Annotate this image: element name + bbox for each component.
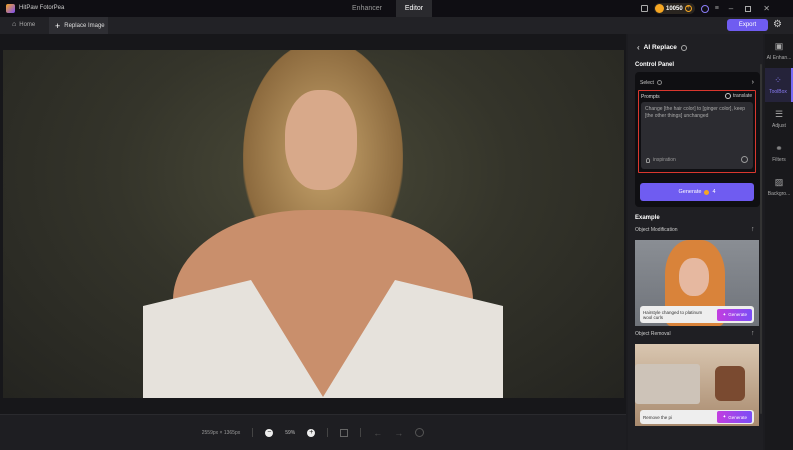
- app-title: HitPaw FotorPea: [19, 5, 65, 11]
- example-title: Object Removal: [635, 331, 671, 337]
- sofa-shape: [635, 364, 700, 404]
- rail-label: Backgro...: [767, 191, 791, 197]
- bottom-toolbar: 2559px × 1365px − 59% + ← →: [0, 414, 626, 450]
- zoom-out-button[interactable]: −: [265, 428, 274, 437]
- tab-editor[interactable]: Editor: [396, 0, 432, 17]
- undo-icon[interactable]: ←: [373, 428, 382, 438]
- coin-icon: [655, 4, 664, 13]
- inspiration-label: inspiration: [653, 157, 676, 163]
- rail-toolbox[interactable]: ⁘ ToolBox: [765, 68, 793, 102]
- ai-replace-panel: ‹ AI Replace Control Panel Select › Prom…: [628, 34, 763, 450]
- example-caption: Hairstyle changed to platinum wool curls: [643, 309, 703, 320]
- translate-icon: [725, 93, 731, 99]
- credits-count: 10050: [666, 5, 683, 12]
- tab-enhancer[interactable]: Enhancer: [338, 5, 396, 12]
- example-generate-label: Generate: [728, 312, 747, 317]
- add-credits-icon[interactable]: +: [684, 5, 692, 12]
- info-icon[interactable]: [656, 80, 662, 85]
- rail-label: AI Enhan...: [766, 55, 792, 61]
- image-dimensions: 2559px × 1365px: [201, 429, 241, 436]
- back-button[interactable]: ‹ AI Replace: [637, 43, 687, 52]
- prompt-text: Change [the hair color] to [ginger color…: [645, 106, 746, 119]
- info-icon[interactable]: [680, 44, 687, 51]
- replace-image-label: Replace Image: [64, 22, 105, 29]
- rail-label: Adjust: [772, 123, 786, 129]
- replace-image-tab[interactable]: + Replace Image: [49, 17, 108, 34]
- example-heading: Example: [635, 215, 660, 221]
- lightbulb-icon: [646, 157, 650, 163]
- rail-filters[interactable]: ⚭ Filters: [765, 136, 793, 170]
- home-tab[interactable]: ⌂ Home: [12, 21, 35, 28]
- control-panel-heading: Control Panel: [635, 62, 675, 68]
- select-row[interactable]: Select ›: [640, 79, 754, 86]
- export-button[interactable]: Export: [727, 19, 768, 31]
- editing-image[interactable]: [3, 50, 624, 398]
- title-bar: HitPaw FotorPea Enhancer Editor 10050 + …: [0, 0, 793, 17]
- chevron-right-icon: ›: [751, 79, 754, 86]
- rail-label: ToolBox: [769, 89, 787, 95]
- settings-icon[interactable]: ⚙: [773, 19, 782, 30]
- rail-adjust[interactable]: ☰ Adjust: [765, 102, 793, 136]
- home-label: Home: [19, 21, 36, 28]
- rail-label: Filters: [772, 157, 786, 163]
- account-icon[interactable]: [700, 4, 709, 13]
- select-label: Select: [640, 79, 654, 86]
- inspiration-button[interactable]: inspiration: [646, 157, 676, 163]
- minimize-icon[interactable]: –: [729, 4, 733, 13]
- chevron-left-icon: ‹: [637, 43, 640, 52]
- adjust-icon: ☰: [774, 109, 784, 119]
- menu-icon[interactable]: ≡: [715, 5, 719, 12]
- compare-icon[interactable]: [340, 428, 349, 437]
- collapse-icon[interactable]: ↑: [751, 226, 755, 233]
- example-caption: Remove the pi: [643, 414, 673, 420]
- prompts-label: Prompts: [641, 94, 660, 100]
- redo-icon[interactable]: →: [394, 428, 403, 438]
- ai-enhance-icon: ▣: [774, 41, 784, 51]
- example-title: Object Modification: [635, 227, 678, 233]
- close-icon[interactable]: ✕: [763, 4, 770, 13]
- example-generate-button[interactable]: ✦ Generate: [717, 411, 752, 423]
- generate-button[interactable]: Generate 4: [640, 183, 754, 201]
- plus-icon: +: [55, 20, 61, 31]
- zoom-level: 59%: [285, 429, 296, 436]
- reset-icon[interactable]: [415, 428, 425, 437]
- generate-cost: 4: [712, 189, 716, 195]
- generate-label: Generate: [678, 189, 702, 195]
- rail-background[interactable]: ▨ Backgro...: [765, 170, 793, 204]
- zoom-in-button[interactable]: +: [307, 428, 316, 437]
- panel-title: AI Replace: [643, 44, 677, 51]
- example-image-removal[interactable]: Remove the pi ✦ Generate: [635, 344, 759, 426]
- translate-toggle[interactable]: translate: [725, 93, 752, 99]
- tool-rail: ▣ AI Enhan... ⁘ ToolBox ☰ Adjust ⚭ Filters ▨…: [765, 34, 793, 450]
- sparkle-icon: ✦: [722, 414, 727, 419]
- example-generate-label: Generate: [728, 414, 747, 420]
- feedback-icon[interactable]: [641, 5, 648, 12]
- toolbox-icon: ⁘: [774, 75, 782, 85]
- panel-scrollbar[interactable]: [760, 64, 762, 414]
- send-icon[interactable]: [741, 156, 748, 163]
- app-logo-icon: [6, 4, 15, 13]
- example-image-modification[interactable]: Hairstyle changed to platinum wool curls…: [635, 240, 759, 326]
- translate-label: translate: [733, 93, 753, 99]
- chair-shape: [715, 366, 745, 401]
- background-icon: ▨: [774, 177, 784, 187]
- filters-icon: ⚭: [775, 143, 783, 153]
- coin-icon: [704, 189, 710, 195]
- home-icon: ⌂: [12, 21, 17, 28]
- restore-icon[interactable]: [745, 5, 752, 12]
- rail-ai-enhance[interactable]: ▣ AI Enhan...: [765, 34, 793, 68]
- document-tab-bar: ⌂ Home + Replace Image Export ⚙: [0, 17, 793, 34]
- credits-badge[interactable]: 10050 +: [654, 3, 695, 14]
- export-label: Export: [738, 22, 757, 28]
- example-generate-button[interactable]: ✦ Generate: [717, 308, 752, 321]
- collapse-icon[interactable]: ↑: [751, 330, 755, 337]
- face-shape: [285, 90, 357, 190]
- face-shape: [679, 258, 709, 296]
- sparkle-icon: ✦: [722, 311, 727, 317]
